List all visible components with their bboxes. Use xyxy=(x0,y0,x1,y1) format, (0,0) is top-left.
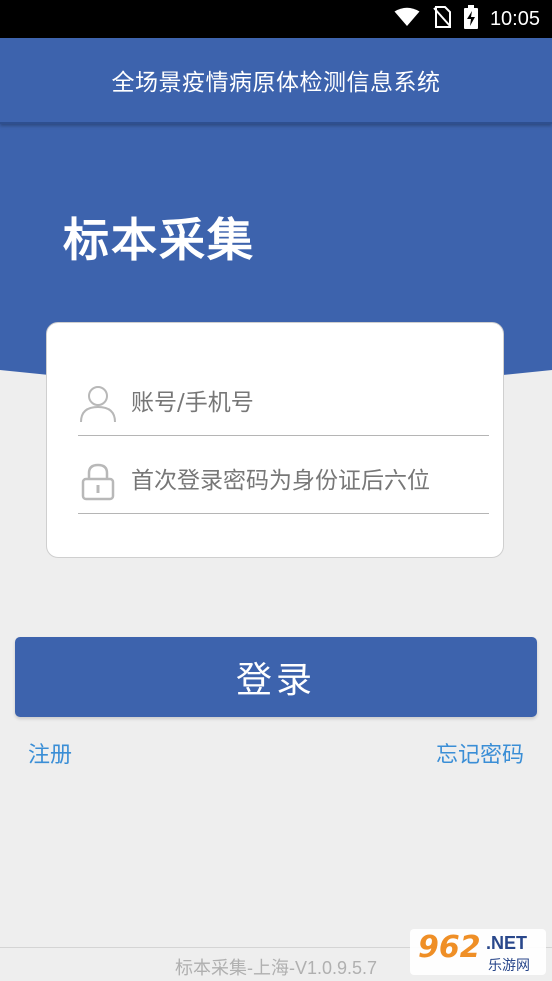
battery-charging-icon xyxy=(463,5,478,33)
account-field xyxy=(78,371,489,436)
wifi-icon xyxy=(394,7,420,31)
status-time: 10:05 xyxy=(489,7,540,30)
login-button[interactable]: 登录 xyxy=(15,637,537,717)
app-title: 全场景疫情病原体检测信息系统 xyxy=(111,70,441,96)
no-sim-icon xyxy=(432,6,452,32)
watermark-number: 962 xyxy=(418,930,481,965)
watermark-logo: 962 .NET 乐游网 xyxy=(410,929,546,975)
status-icons: 10:05 xyxy=(394,0,540,38)
app-bar: 全场景疫情病原体检测信息系统 xyxy=(0,38,552,124)
user-icon xyxy=(78,383,118,423)
password-input[interactable] xyxy=(131,468,471,494)
hero-title: 标本采集 xyxy=(63,213,255,267)
password-field xyxy=(78,449,489,514)
watermark-site: 乐游网 xyxy=(488,958,530,974)
register-link[interactable]: 注册 xyxy=(28,737,72,769)
lock-icon xyxy=(78,461,118,501)
account-input[interactable] xyxy=(131,390,471,416)
login-card xyxy=(46,322,504,558)
status-bar: 10:05 xyxy=(0,0,552,38)
watermark-net: .NET xyxy=(486,933,528,953)
forgot-password-link[interactable]: 忘记密码 xyxy=(436,737,524,769)
